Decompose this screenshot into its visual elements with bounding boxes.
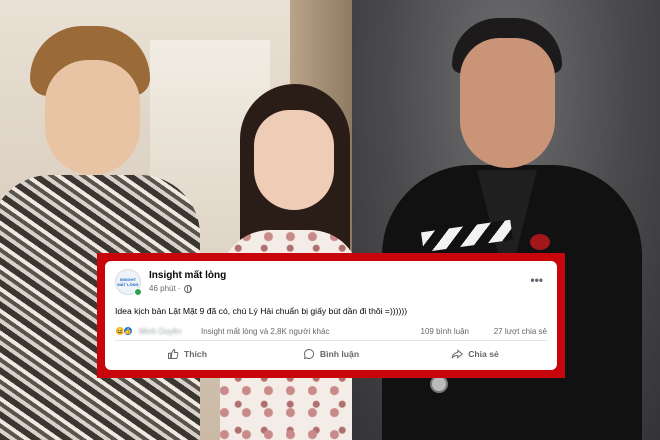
post-header: INSIGHT MẤT LÒNG Insight mất lòng 46 phú… [115, 269, 547, 297]
facebook-post-card: INSIGHT MẤT LÒNG Insight mất lòng 46 phú… [105, 261, 557, 370]
post-actions: Thích Bình luận Chia sẻ [115, 342, 547, 366]
avatar-logo-text: INSIGHT MẤT LÒNG [117, 277, 139, 287]
share-arrow-icon [451, 349, 464, 359]
comment-label: Bình luận [319, 349, 360, 359]
action-divider [115, 340, 547, 341]
like-button[interactable]: Thích [115, 342, 259, 366]
page-name-link[interactable]: Insight mất lòng [149, 270, 226, 281]
online-status-dot [134, 288, 142, 296]
like-label: Thích [184, 349, 207, 359]
share-button[interactable]: Chia sẻ [403, 342, 547, 366]
woman-face [254, 110, 334, 210]
post-time[interactable]: 46 phút · [149, 284, 181, 293]
shares-count[interactable]: 27 lượt chia sẻ [494, 327, 547, 336]
globe-icon [183, 284, 192, 293]
comments-count[interactable]: 109 bình luận [421, 327, 470, 336]
reactors-summary[interactable]: Insight mất lòng và 2,8K người khác [201, 327, 329, 336]
share-label: Chia sẻ [468, 349, 499, 359]
man-face [45, 60, 140, 175]
blurred-reactor-name: Minh Duyên [139, 327, 182, 336]
comment-bubble-icon [303, 349, 314, 360]
more-options-icon[interactable]: ••• [530, 273, 543, 287]
post-meta: 46 phút · [149, 284, 192, 293]
reaction-icons[interactable]: 😆 👍 [115, 326, 133, 336]
like-reaction-icon: 👍 [123, 326, 133, 336]
post-highlight-frame: INSIGHT MẤT LÒNG Insight mất lòng 46 phú… [97, 253, 565, 378]
reactions-row: 😆 👍 Minh Duyên Insight mất lòng và 2,8K … [115, 326, 547, 338]
thumbs-up-icon [168, 349, 179, 359]
comment-button[interactable]: Bình luận [259, 342, 403, 366]
rose-pin [530, 234, 550, 250]
post-text: Idea kịch bản Lật Mặt 9 đã có, chú Lý Hả… [115, 306, 408, 316]
director-face [460, 38, 555, 168]
